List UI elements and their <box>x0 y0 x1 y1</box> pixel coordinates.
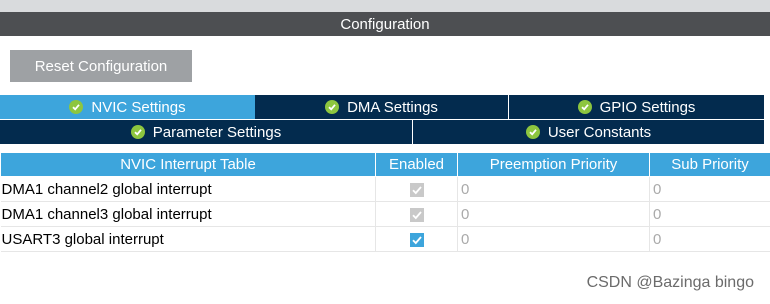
column-header-enabled[interactable]: Enabled <box>375 152 458 177</box>
tab-label: GPIO Settings <box>599 98 696 116</box>
nvic-interrupt-table: NVIC Interrupt Table Enabled Preemption … <box>0 152 770 252</box>
tab-label: User Constants <box>547 123 652 141</box>
table-header-row: NVIC Interrupt Table Enabled Preemption … <box>0 152 770 177</box>
preemption-priority-cell[interactable]: 0 <box>457 176 650 202</box>
tab-user-constants[interactable]: User Constants <box>413 120 764 144</box>
table-row[interactable]: DMA1 channel2 global interrupt 0 0 <box>0 176 770 202</box>
tab-label: DMA Settings <box>347 98 438 116</box>
configuration-title-bar: Configuration <box>0 12 770 36</box>
sub-priority-cell[interactable]: 0 <box>649 226 770 252</box>
tab-gpio-settings[interactable]: GPIO Settings <box>509 95 764 119</box>
window-top-strip <box>0 0 770 12</box>
tab-label: NVIC Settings <box>91 98 186 116</box>
preemption-priority-cell[interactable]: 0 <box>457 226 650 252</box>
enabled-cell <box>375 201 458 227</box>
enabled-checkbox[interactable] <box>409 232 424 247</box>
check-circle-icon <box>577 100 592 114</box>
enabled-checkbox-icon <box>409 207 424 222</box>
tab-nvic-settings[interactable]: NVIC Settings <box>0 95 255 119</box>
interrupt-name: USART3 global interrupt <box>0 226 376 252</box>
window-title: Configuration <box>340 15 430 33</box>
check-circle-icon <box>525 125 540 139</box>
sub-priority-cell[interactable]: 0 <box>649 201 770 227</box>
check-circle-icon <box>69 100 84 114</box>
sub-priority-cell[interactable]: 0 <box>649 176 770 202</box>
check-circle-icon <box>325 100 340 114</box>
table-row[interactable]: USART3 global interrupt 0 0 <box>0 226 770 252</box>
enabled-cell[interactable] <box>375 226 458 252</box>
interrupt-name: DMA1 channel2 global interrupt <box>0 176 376 202</box>
enabled-checkbox-icon <box>409 182 424 197</box>
watermark-text: CSDN @Bazinga bingo <box>586 274 754 291</box>
interrupt-name: DMA1 channel3 global interrupt <box>0 201 376 227</box>
table-row[interactable]: DMA1 channel3 global interrupt 0 0 <box>0 201 770 227</box>
column-header-interrupt[interactable]: NVIC Interrupt Table <box>0 152 376 177</box>
preemption-priority-cell[interactable]: 0 <box>457 201 650 227</box>
reset-configuration-button[interactable]: Reset Configuration <box>10 50 192 82</box>
tab-label: Parameter Settings <box>152 123 282 141</box>
check-circle-icon <box>130 125 145 139</box>
column-header-preemption-priority[interactable]: Preemption Priority <box>457 152 650 177</box>
enabled-cell <box>375 176 458 202</box>
tab-dma-settings[interactable]: DMA Settings <box>255 95 508 119</box>
tab-parameter-settings[interactable]: Parameter Settings <box>0 120 412 144</box>
column-header-sub-priority[interactable]: Sub Priority <box>649 152 770 177</box>
